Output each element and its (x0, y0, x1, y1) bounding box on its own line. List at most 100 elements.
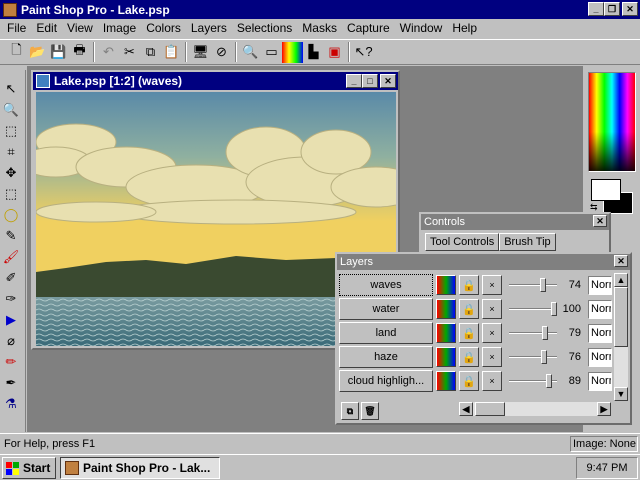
lasso-selection-icon[interactable]: ⬚ (0, 183, 22, 204)
layer-visibility-icon[interactable] (436, 347, 456, 367)
layer-visibility-icon[interactable] (436, 275, 456, 295)
slider-thumb[interactable] (542, 326, 548, 340)
histogram-icon[interactable]: ▙ (303, 42, 324, 63)
close-button[interactable]: ✕ (622, 2, 638, 16)
context-help-icon[interactable]: ↖? (353, 42, 374, 63)
menu-edit[interactable]: Edit (31, 21, 62, 35)
menu-image[interactable]: Image (98, 21, 141, 35)
new-icon[interactable]: 🗋 (6, 42, 27, 63)
taskbar-task-psp[interactable]: Paint Shop Pro - Lak... (60, 457, 220, 479)
paste-icon[interactable]: 📋 (161, 42, 182, 63)
menu-masks[interactable]: Masks (297, 21, 342, 35)
scroll-up-button[interactable]: ▲ (614, 273, 628, 287)
picture-tube-icon[interactable]: ✒ (0, 372, 22, 393)
blend-mode-select[interactable]: Normal (588, 371, 612, 391)
menu-help[interactable]: Help (447, 21, 482, 35)
dropper-tool-icon[interactable]: ✎ (0, 225, 22, 246)
menu-file[interactable]: File (2, 21, 31, 35)
layers-vscrollbar[interactable]: ▲ ▼ (614, 273, 628, 401)
tool-palette-icon[interactable]: ▭ (261, 42, 282, 63)
layer-mask-button[interactable]: × (482, 275, 502, 295)
restore-button[interactable]: ❐ (604, 2, 620, 16)
layer-name-button[interactable]: haze (339, 346, 433, 368)
layer-visibility-icon[interactable] (436, 371, 456, 391)
slider-thumb[interactable] (541, 350, 547, 364)
open-icon[interactable]: 📂 (27, 42, 48, 63)
opacity-slider[interactable] (509, 347, 559, 367)
opacity-slider[interactable] (509, 275, 559, 295)
save-icon[interactable]: 💾 (48, 42, 69, 63)
blend-mode-select[interactable]: Normal (588, 323, 612, 343)
cut-icon[interactable]: ✂ (119, 42, 140, 63)
layer-name-button[interactable]: land (339, 322, 433, 344)
new-layer-button[interactable]: ⧉ (341, 402, 359, 420)
crop-tool-icon[interactable]: ⌗ (0, 141, 22, 162)
blend-mode-select[interactable]: Normal (588, 299, 612, 319)
eraser-tool-icon[interactable]: ✏ (0, 351, 22, 372)
layer-lock-icon[interactable]: 🔒 (459, 323, 479, 343)
hscroll-thumb[interactable] (475, 402, 505, 416)
layer-name-button[interactable]: waves (339, 274, 433, 296)
layers-close-button[interactable]: ✕ (614, 255, 628, 267)
layer-lock-icon[interactable]: 🔒 (459, 275, 479, 295)
scroll-left-button[interactable]: ◀ (459, 402, 473, 416)
retouch-tool-icon[interactable]: ▶ (0, 309, 22, 330)
clone-brush-icon[interactable]: ✐ (0, 267, 22, 288)
slider-thumb[interactable] (540, 278, 546, 292)
layer-name-button[interactable]: water (339, 298, 433, 320)
image-maximize-button[interactable]: □ (362, 74, 378, 88)
clock[interactable]: 9:47 PM (587, 462, 628, 474)
color-picker[interactable] (588, 72, 636, 172)
layer-mask-button[interactable]: × (482, 299, 502, 319)
color-replacer-icon[interactable]: ✑ (0, 288, 22, 309)
layer-mask-button[interactable]: × (482, 323, 502, 343)
copy-icon[interactable]: ⧉ (140, 42, 161, 63)
menu-view[interactable]: View (62, 21, 98, 35)
selection-tool-icon[interactable]: ⬚ (0, 120, 22, 141)
arrow-tool-icon[interactable]: ↖ (0, 78, 22, 99)
color-palette-icon[interactable] (282, 41, 303, 63)
undo-icon[interactable]: ↶ (98, 42, 119, 63)
layer-visibility-icon[interactable] (436, 323, 456, 343)
image-icon[interactable] (36, 74, 50, 88)
opacity-slider[interactable] (509, 323, 559, 343)
minimize-button[interactable]: _ (588, 2, 604, 16)
menu-window[interactable]: Window (395, 21, 448, 35)
slider-thumb[interactable] (546, 374, 552, 388)
blend-mode-select[interactable]: Normal (588, 347, 612, 367)
start-button[interactable]: Start (2, 457, 56, 479)
controls-close-button[interactable]: ✕ (593, 215, 607, 227)
scratch-remover-icon[interactable]: ⌀ (0, 330, 22, 351)
menu-colors[interactable]: Colors (141, 21, 186, 35)
layer-palette-icon[interactable]: ▣ (324, 42, 345, 63)
menu-selections[interactable]: Selections (232, 21, 297, 35)
full-screen-icon[interactable]: 🖥 (190, 42, 211, 63)
layer-mask-button[interactable]: × (482, 371, 502, 391)
mover-tool-icon[interactable]: ✥ (0, 162, 22, 183)
scroll-right-button[interactable]: ▶ (597, 402, 611, 416)
paintbrush-tool-icon[interactable]: 🖌 (0, 246, 22, 267)
zoom-tool-icon[interactable]: 🔍 (0, 99, 22, 120)
zoom-icon[interactable]: 🔍 (240, 42, 261, 63)
airbrush-tool-icon[interactable]: ⚗ (0, 393, 22, 414)
image-minimize-button[interactable]: _ (346, 74, 362, 88)
tab-brush-tip[interactable]: Brush Tip (499, 233, 556, 251)
opacity-slider[interactable] (509, 371, 559, 391)
menu-capture[interactable]: Capture (342, 21, 395, 35)
scroll-thumb[interactable] (614, 287, 628, 347)
print-icon[interactable]: 🖶 (69, 42, 90, 63)
slider-thumb[interactable] (551, 302, 557, 316)
tab-tool-controls[interactable]: Tool Controls (425, 233, 500, 251)
browse-icon[interactable]: ⊘ (211, 42, 232, 63)
delete-layer-button[interactable]: 🗑 (361, 402, 379, 420)
opacity-slider[interactable] (509, 299, 559, 319)
layer-lock-icon[interactable]: 🔒 (459, 299, 479, 319)
layer-lock-icon[interactable]: 🔒 (459, 347, 479, 367)
layers-hscrollbar[interactable]: ◀ ▶ (459, 402, 611, 416)
image-close-button[interactable]: ✕ (380, 74, 396, 88)
menu-layers[interactable]: Layers (186, 21, 232, 35)
foreground-color-swatch[interactable] (591, 179, 621, 201)
layer-lock-icon[interactable]: 🔒 (459, 371, 479, 391)
magic-wand-icon[interactable]: ◯ (0, 204, 22, 225)
blend-mode-select[interactable]: Normal (588, 275, 612, 295)
